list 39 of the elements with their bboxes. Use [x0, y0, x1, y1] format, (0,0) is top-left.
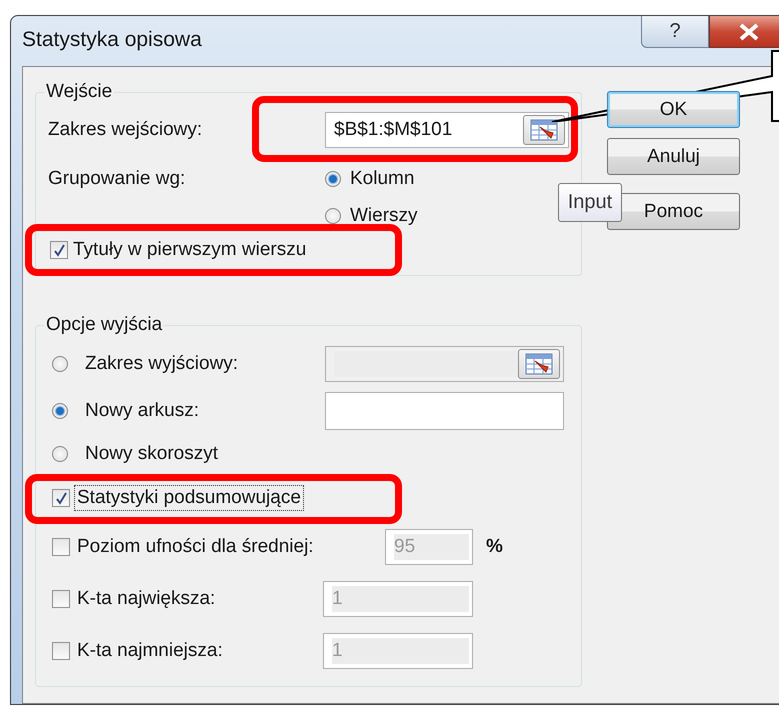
field-label: Zakres wejściowy:	[48, 119, 202, 141]
checkbox[interactable]	[50, 241, 68, 259]
checkbox[interactable]	[52, 590, 70, 608]
close-button[interactable]	[709, 16, 779, 48]
radio-label: Zakres wyjściowy:	[85, 353, 238, 375]
range-select-icon	[530, 119, 558, 141]
radio-button[interactable]	[52, 446, 68, 462]
checkbox-label: Statystyki podsumowujące	[75, 486, 303, 510]
field-label: Grupowanie wg:	[48, 168, 186, 190]
window-title: Statystyka opisowa	[22, 28, 202, 52]
input-range-field[interactable]: $B$1:$M$101	[325, 112, 569, 148]
output-range-field[interactable]	[325, 346, 564, 382]
radio-button[interactable]	[325, 208, 341, 224]
tooltip: Input	[558, 183, 622, 222]
range-select-button[interactable]	[523, 115, 565, 145]
radio-label: Kolumn	[350, 168, 414, 190]
group-legend: Opcje wyjścia	[44, 314, 164, 336]
help-button[interactable]: ?	[641, 16, 709, 48]
radio-label: Wierszy	[350, 205, 418, 227]
dialog-button[interactable]: OK	[607, 91, 740, 128]
checkbox[interactable]	[52, 538, 70, 556]
group-legend: Wejście	[44, 81, 114, 103]
checkbox[interactable]	[52, 489, 70, 507]
radio-button[interactable]	[52, 403, 68, 419]
checkbox[interactable]	[52, 642, 70, 660]
range-select-button[interactable]	[518, 349, 560, 379]
radio-label: Nowy skoroszyt	[85, 443, 218, 465]
checkbox-label: K-ta najmniejsza:	[76, 639, 224, 663]
sheet-name-field[interactable]	[325, 392, 564, 430]
range-select-icon	[525, 353, 553, 375]
dialog-button[interactable]: Anuluj	[607, 138, 740, 175]
radio-label: Nowy arkusz:	[85, 400, 200, 422]
checkbox-label: K-ta największa:	[76, 587, 216, 611]
checkbox-label: Tytuły w pierwszym wierszu	[73, 239, 306, 261]
close-icon	[738, 22, 760, 40]
radio-button[interactable]	[52, 356, 68, 372]
checkbox-label: Poziom ufności dla średniej:	[76, 535, 315, 559]
radio-button[interactable]	[325, 171, 341, 187]
unit-label: %	[486, 536, 503, 558]
